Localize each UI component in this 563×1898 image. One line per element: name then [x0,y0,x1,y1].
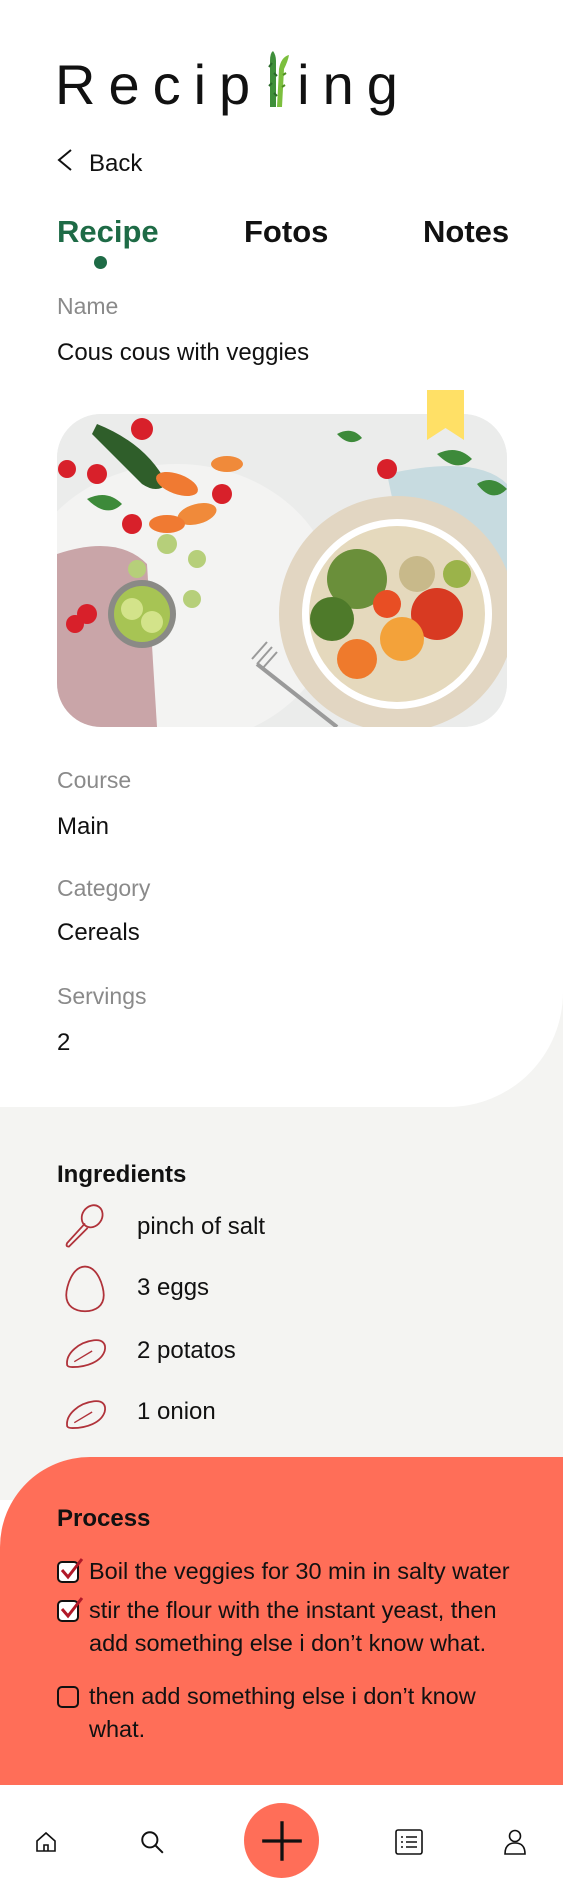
tab-fotos[interactable]: Fotos [244,214,328,250]
app-logo: Recip ing [55,48,411,120]
logo-text-right: ing [297,52,411,116]
profile-icon[interactable] [492,1819,538,1865]
servings-value: 2 [57,1029,71,1056]
back-button[interactable]: Back [55,148,142,179]
step-checkbox[interactable] [57,1686,79,1708]
asparagus-logo-icon [261,49,291,107]
tab-recipe[interactable]: Recipe [57,214,159,250]
ingredient-text: 2 potatos [137,1337,236,1364]
step-text: Boil the veggies for 30 min in salty wat… [89,1558,510,1584]
logo-text-left: Recip [55,52,264,116]
ingredient-item[interactable]: pinch of salt [57,1199,477,1255]
spoon-icon [57,1199,113,1255]
recipe-list-icon[interactable] [386,1819,432,1865]
bottom-navigation [0,1785,563,1898]
onion-icon [57,1384,113,1440]
category-value: Cereals [57,919,140,946]
process-step: stir the flour with the instant yeast, t… [57,1594,517,1660]
chevron-left-icon [55,148,75,179]
ingredient-text: 3 eggs [137,1274,210,1301]
process-step: then add something else i don’t know wha… [57,1680,517,1746]
tab-notes[interactable]: Notes [423,214,509,250]
back-label: Back [89,149,143,177]
ingredient-text: pinch of salt [137,1213,266,1240]
recipe-header-section: Recip ing Back Recipe Fotos Notes Name C… [0,0,563,1107]
home-icon[interactable] [23,1819,69,1865]
ingredient-text: 1 onion [137,1398,216,1425]
step-text: then add something else i don’t know wha… [89,1683,476,1742]
step-checkbox[interactable] [57,1558,84,1583]
recipe-detail-screen: Recip ing Back Recipe Fotos Notes Name C… [0,0,563,1898]
search-icon[interactable] [129,1819,175,1865]
bookmark-icon[interactable] [427,390,464,440]
course-label: Course [57,767,132,793]
ingredients-section: Ingredients pinch of salt 3 eggs 2 potat… [0,1107,563,1457]
recipe-name: Cous cous with veggies [57,339,310,366]
step-checkbox[interactable] [57,1597,84,1622]
ingredient-item[interactable]: 2 potatos [57,1323,477,1379]
servings-label: Servings [57,983,147,1009]
potato-icon [57,1323,113,1379]
ingredients-title: Ingredients [57,1161,187,1188]
process-step: Boil the veggies for 30 min in salty wat… [57,1555,517,1588]
ingredient-item[interactable]: 1 onion [57,1384,477,1440]
egg-icon [57,1260,113,1316]
step-text: stir the flour with the instant yeast, t… [89,1597,497,1656]
recipe-photo[interactable] [57,414,507,727]
process-title: Process [57,1505,151,1532]
category-label: Category [57,875,151,901]
recipe-tabs: Recipe Fotos Notes [57,214,509,274]
active-tab-indicator [94,256,107,269]
add-icon[interactable] [244,1803,319,1878]
ingredient-item[interactable]: 3 eggs [57,1260,477,1316]
process-section: Process Boil the veggies for 30 min in s… [0,1457,563,1785]
course-value: Main [57,813,110,840]
name-label: Name [57,293,119,319]
